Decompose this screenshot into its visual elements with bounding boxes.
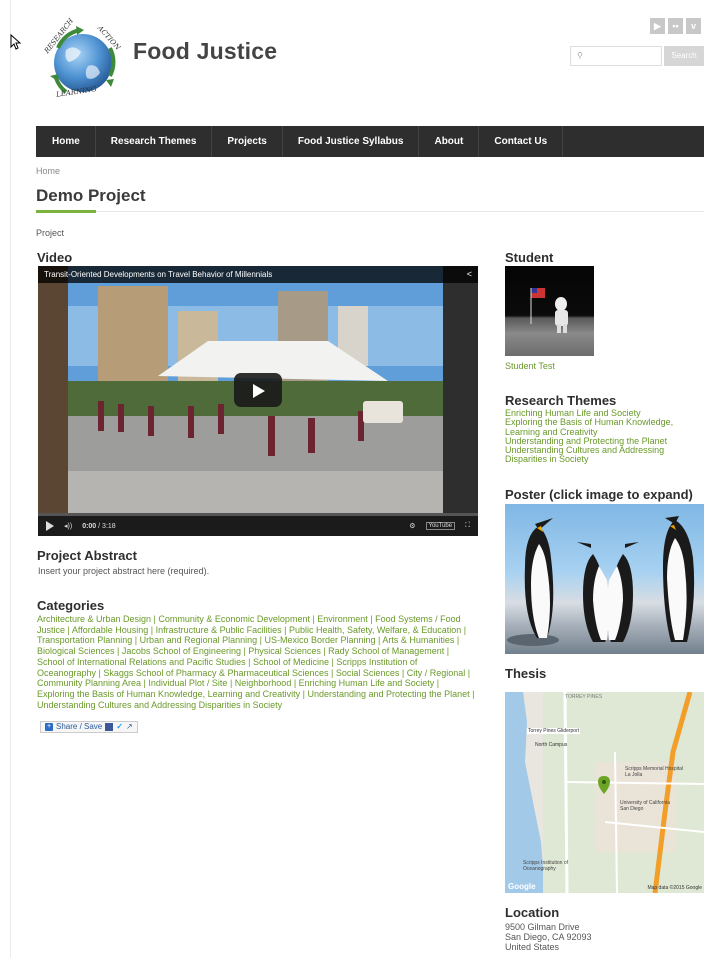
nav-item-home[interactable]: Home [36,126,96,157]
nav-item-food-justice-syllabus[interactable]: Food Justice Syllabus [283,126,420,157]
title-divider [36,211,704,212]
twitter-icon: ✓ [116,722,123,731]
categories-heading: Categories [37,598,105,613]
nav-item-about[interactable]: About [419,126,480,157]
breadcrumb[interactable]: Home [36,166,60,176]
nav-item-projects[interactable]: Projects [212,126,283,157]
settings-gear-icon[interactable]: ⚙ [409,522,415,530]
share-save-button[interactable]: + Share / Save ✓ ↗ [40,721,138,733]
theme-link[interactable]: Exploring the Basis of Human Knowledge, … [505,418,704,437]
thesis-heading: Thesis [505,666,547,681]
share-label: Share / Save [56,722,103,731]
google-logo: Google [508,882,536,891]
video-time: 0:00 / 3:18 [82,522,116,530]
poster-image[interactable] [505,504,704,654]
research-themes-list: Enriching Human Life and Society Explori… [505,408,704,465]
location-heading: Location [505,905,560,920]
main-navigation: Home Research Themes Projects Food Justi… [36,126,704,157]
map-label: North Campus [535,742,568,748]
abstract-heading: Project Abstract [37,548,137,563]
vimeo-icon[interactable]: v [686,18,701,34]
address-line: San Diego, CA 92093 [505,932,592,942]
content-type-label: Project [36,228,65,238]
mouse-cursor-icon [10,34,22,50]
video-time-total: 3:18 [102,522,116,530]
page-left-border [10,0,11,958]
theme-link[interactable]: Understanding Cultures and Addressing Di… [505,446,704,465]
site-title[interactable]: Food Justice [133,38,277,65]
social-links: ▶ •• v [650,18,701,34]
address-line: United States [505,942,560,952]
moon-landing-image [530,288,568,333]
thesis-map[interactable]: TORREY PINES Torrey Pines Gliderport Nor… [505,692,704,893]
poster-heading: Poster (click image to expand) [505,487,693,502]
map-label: TORREY PINES [565,694,603,700]
map-credit[interactable]: Map data ©2015 Google [647,885,702,891]
play-button[interactable] [234,373,282,407]
categories-list[interactable]: Architecture & Urban Design | Community … [37,614,477,710]
title-accent-bar [36,210,96,213]
location-address: 9500 Gilman Drive San Diego, CA 92093 Un… [505,922,592,952]
video-time-current: 0:00 [82,522,97,530]
video-title[interactable]: Transit-Oriented Developments on Travel … [38,266,478,283]
video-player[interactable]: Transit-Oriented Developments on Travel … [38,266,478,536]
video-heading: Video [37,250,73,265]
student-heading: Student [505,250,554,265]
map-label: University of California San Diego [620,800,671,812]
student-photo[interactable] [505,266,594,356]
video-controls: ◂)) 0:00 / 3:18 ⚙ YouTube ⛶ [38,516,478,536]
volume-icon[interactable]: ◂)) [64,522,72,530]
fullscreen-icon[interactable]: ⛶ [465,522,470,530]
map-label: Torrey Pines Gliderport [527,728,581,734]
plus-icon: + [45,723,53,731]
flickr-icon[interactable]: •• [668,18,683,34]
share-arrow-icon: ↗ [125,722,133,731]
map-label: Scripps Memorial Hospital La Jolla [625,766,684,778]
play-control-icon[interactable] [46,521,54,531]
nav-item-research-themes[interactable]: Research Themes [96,126,213,157]
search-input[interactable] [585,51,656,60]
abstract-text: Insert your project abstract here (requi… [38,566,210,576]
youtube-logo-icon[interactable]: YouTube [425,522,456,530]
map-label: Scripps Institution of Oceanography [523,860,569,872]
page-title: Demo Project [36,186,146,205]
search-field[interactable]: ⚲ [570,46,662,66]
student-link[interactable]: Student Test [505,361,555,371]
nav-item-contact-us[interactable]: Contact Us [479,126,564,157]
penguins-image [507,516,695,646]
share-icon[interactable]: < [467,269,472,279]
search-button[interactable]: Search [664,46,704,66]
research-themes-heading: Research Themes [505,393,617,408]
facebook-icon [105,723,114,731]
youtube-icon[interactable]: ▶ [650,18,665,34]
address-line: 9500 Gilman Drive [505,922,580,932]
site-logo[interactable]: RESEARCH ACTION LEARNING [36,17,130,104]
search-icon: ⚲ [577,51,583,60]
